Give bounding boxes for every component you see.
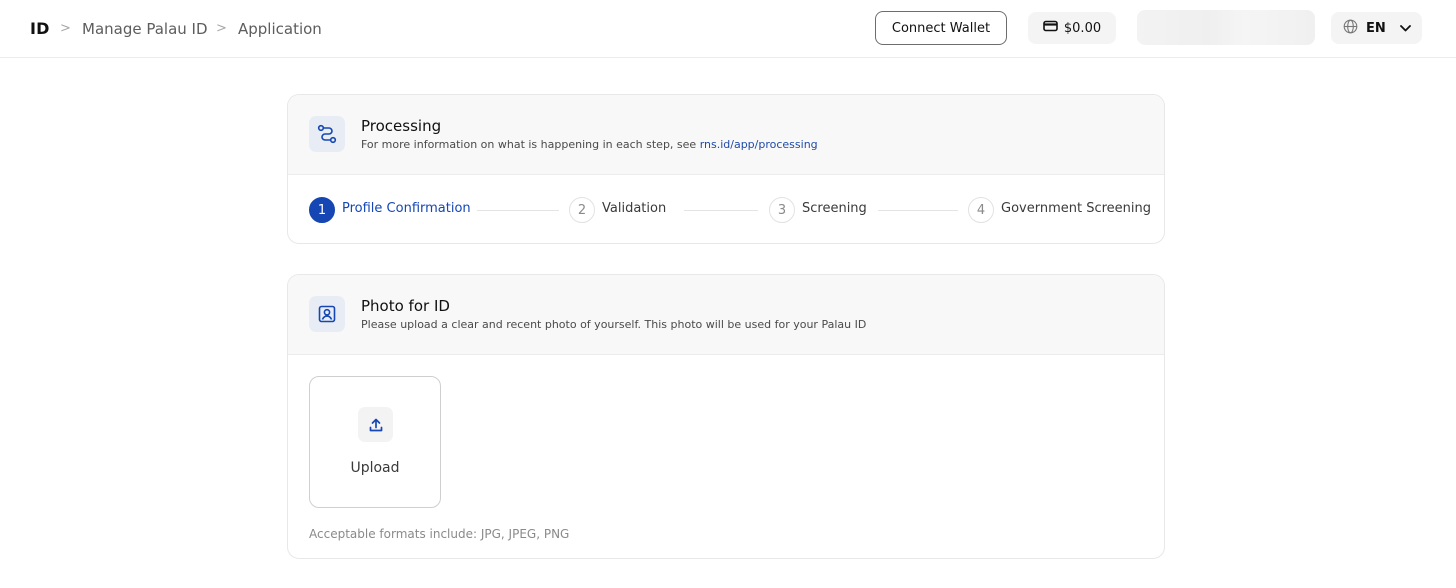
language-code: EN	[1366, 20, 1386, 36]
processing-info-link[interactable]: rns.id/app/processing	[700, 138, 818, 151]
step-1-label: Profile Confirmation	[342, 201, 471, 216]
top-bar: ID > Manage Palau ID > Application Conne…	[0, 0, 1456, 58]
route-icon	[309, 116, 345, 152]
step-2-number: 2	[569, 197, 595, 223]
chevron-down-icon	[1399, 21, 1411, 36]
step-2-label: Validation	[602, 201, 667, 216]
step-3-number: 3	[769, 197, 795, 223]
photo-title: Photo for ID	[361, 297, 450, 315]
processing-subtitle-text: For more information on what is happenin…	[361, 138, 697, 151]
processing-subtitle: For more information on what is happenin…	[361, 138, 818, 151]
photo-card: Photo for ID Please upload a clear and r…	[287, 274, 1165, 559]
upload-label: Upload	[350, 460, 400, 476]
step-4-label: Government Screening	[1001, 201, 1152, 216]
step-4-number: 4	[968, 197, 994, 223]
processing-card: Processing For more information on what …	[287, 94, 1165, 244]
breadcrumb-separator: >	[216, 21, 227, 36]
upload-arrow-icon	[358, 407, 393, 442]
wallet-icon	[1043, 20, 1058, 36]
account-placeholder[interactable]	[1137, 10, 1315, 45]
step-connector	[878, 210, 958, 211]
connect-wallet-button[interactable]: Connect Wallet	[875, 11, 1007, 45]
photo-header: Photo for ID Please upload a clear and r…	[288, 275, 1164, 355]
balance-amount: $0.00	[1063, 20, 1102, 36]
breadcrumb-separator: >	[60, 21, 71, 36]
upload-button[interactable]: Upload	[309, 376, 441, 508]
step-1-number: 1	[309, 197, 335, 223]
processing-header: Processing For more information on what …	[288, 95, 1164, 175]
accepted-formats-note: Acceptable formats include: JPG, JPEG, P…	[309, 527, 570, 541]
portrait-icon	[309, 296, 345, 332]
balance-display[interactable]: $0.00	[1028, 12, 1116, 44]
breadcrumb-manage-palau-id[interactable]: Manage Palau ID	[82, 20, 208, 38]
processing-title: Processing	[361, 117, 442, 135]
step-connector	[684, 210, 758, 211]
breadcrumb-root[interactable]: ID	[30, 19, 50, 38]
steps-progress: 1 Profile Confirmation 2 Validation 3 Sc…	[288, 175, 1164, 243]
breadcrumb-application: Application	[238, 20, 322, 38]
photo-subtitle: Please upload a clear and recent photo o…	[361, 318, 867, 331]
globe-icon	[1343, 19, 1358, 38]
step-3-label: Screening	[802, 201, 867, 216]
step-connector	[477, 210, 559, 211]
language-selector[interactable]: EN	[1331, 12, 1422, 44]
